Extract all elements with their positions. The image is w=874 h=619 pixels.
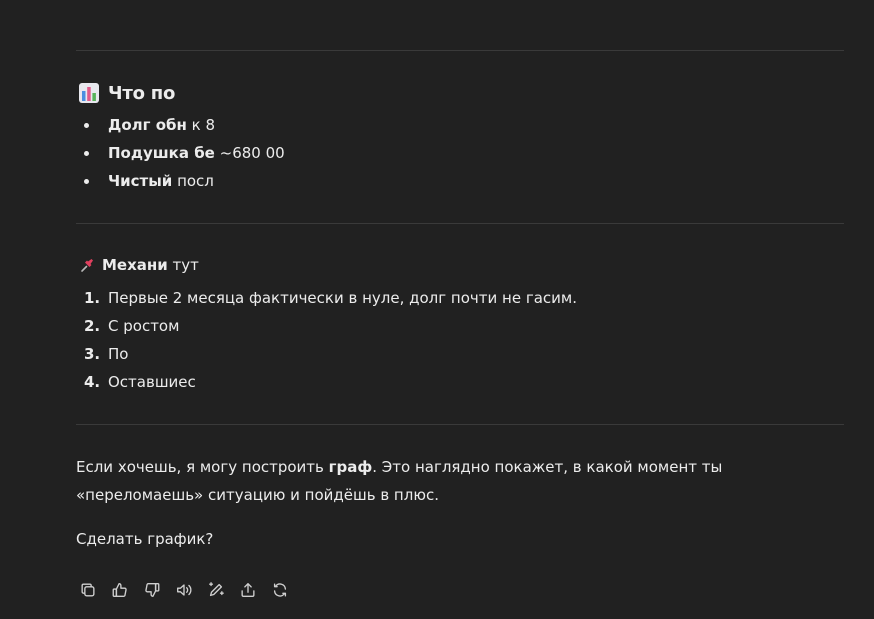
- item-text: ~680 00: [214, 144, 285, 162]
- steps-list: 1. Первые 2 месяца фактически в нуле, дол…: [76, 284, 577, 396]
- question-paragraph: Сделать график?: [76, 530, 214, 548]
- thumbs-up-icon: [112, 583, 127, 597]
- item-text: С ростом: [108, 317, 180, 335]
- list-item: 3. По: [76, 340, 577, 368]
- closing-bold: граф: [328, 458, 373, 476]
- thumbs-down-icon: [145, 583, 160, 597]
- section-heading-text: Что по: [108, 82, 176, 104]
- edit-icon: [209, 582, 224, 597]
- list-item: Долг обн к 8: [76, 111, 285, 139]
- divider: [76, 424, 844, 425]
- section-heading: Что по: [78, 82, 175, 104]
- summary-list: Долг обн к 8 Подушка бе ~680 00 Чистый п…: [76, 111, 285, 195]
- regenerate-button[interactable]: [268, 578, 292, 602]
- pushpin-emoji-icon: [78, 256, 96, 274]
- list-item: Чистый посл: [76, 167, 285, 195]
- divider: [76, 223, 844, 224]
- item-bold: Чистый: [108, 172, 173, 190]
- item-text: Оставшиес: [108, 373, 196, 391]
- item-number: 4.: [84, 373, 101, 391]
- mechanics-bold: Механи: [102, 256, 168, 274]
- item-text: Первые 2 месяца фактически в нуле, долг …: [108, 289, 577, 307]
- bar-chart-emoji-icon: [78, 82, 100, 104]
- list-item: 1. Первые 2 месяца фактически в нуле, дол…: [76, 284, 577, 312]
- copy-icon: [81, 583, 95, 597]
- share-icon: [241, 583, 255, 597]
- item-text: По: [108, 345, 129, 363]
- copy-button[interactable]: [76, 578, 100, 602]
- message-actions-toolbar: [76, 578, 292, 602]
- share-button[interactable]: [236, 578, 260, 602]
- closing-paragraph: Если хочешь, я могу построить граф. Это …: [76, 453, 806, 509]
- item-text: посл: [172, 172, 214, 190]
- mechanics-text: тут: [167, 256, 199, 274]
- edit-canvas-button[interactable]: [204, 578, 228, 602]
- list-item: 4. Оставшиес: [76, 368, 577, 396]
- good-response-button[interactable]: [108, 578, 132, 602]
- divider: [76, 50, 844, 51]
- closing-text: Если хочешь, я могу построить: [76, 458, 329, 476]
- regenerate-icon: [273, 583, 287, 597]
- item-bold: Подушка бе: [108, 144, 215, 162]
- item-bold: Долг обн: [108, 116, 187, 134]
- item-number: 1.: [84, 289, 101, 307]
- read-aloud-icon: [177, 584, 192, 596]
- bad-response-button[interactable]: [140, 578, 164, 602]
- list-item: 2. С ростом: [76, 312, 577, 340]
- item-text: к 8: [186, 116, 215, 134]
- read-aloud-button[interactable]: [172, 578, 196, 602]
- chat-message: Что по Долг обн к 8 Подушка бе ~680 00 Ч…: [0, 0, 874, 619]
- item-number: 2.: [84, 317, 101, 335]
- list-item: Подушка бе ~680 00: [76, 139, 285, 167]
- mechanics-heading: Механи тут: [78, 256, 199, 274]
- item-number: 3.: [84, 345, 101, 363]
